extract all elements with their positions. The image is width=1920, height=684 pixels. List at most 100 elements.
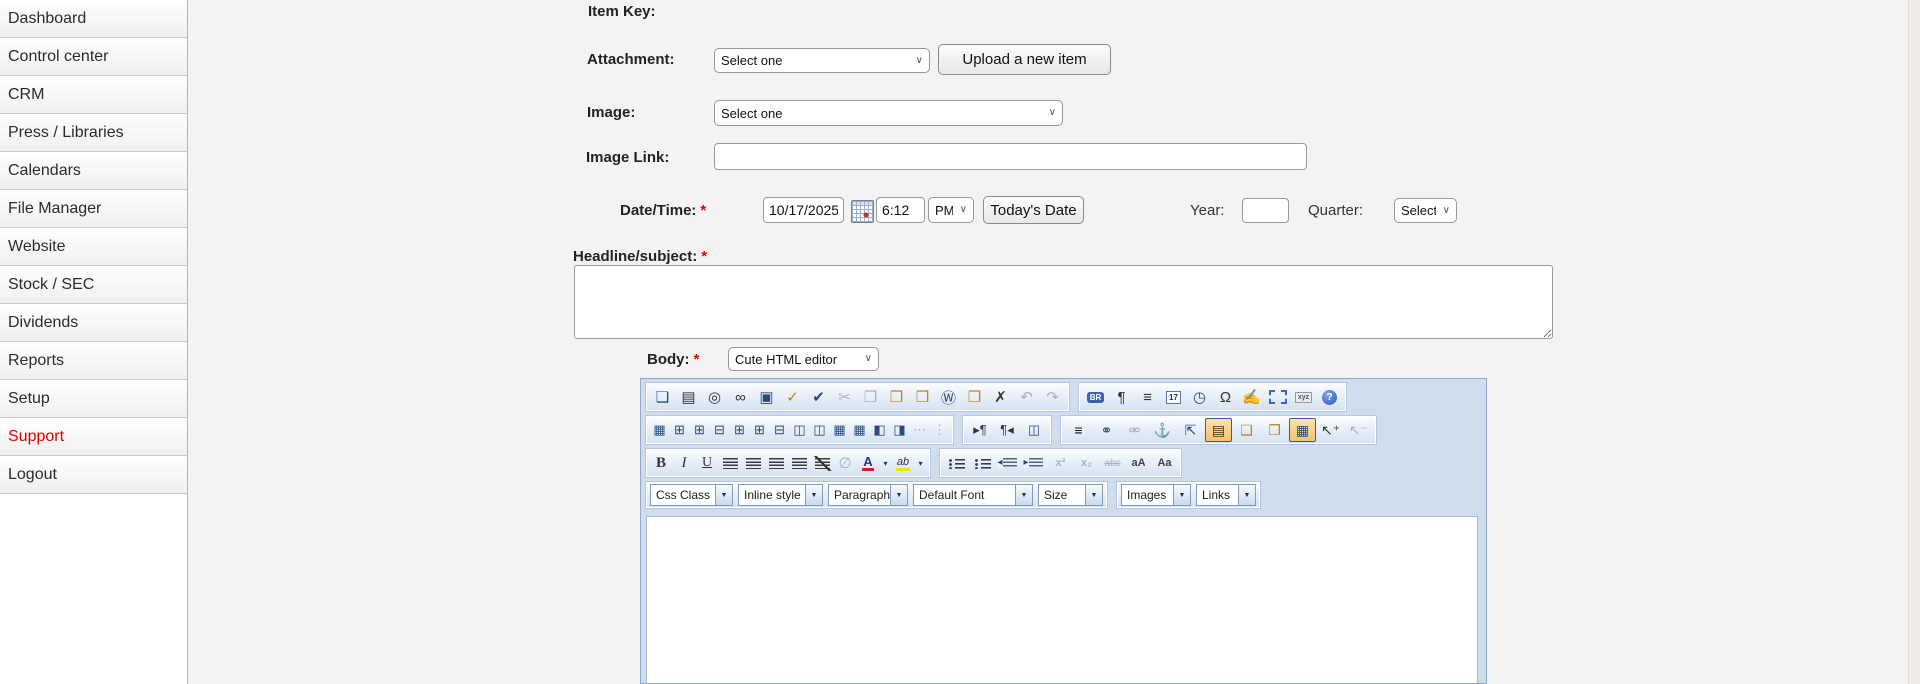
font-color-icon[interactable]: A <box>857 451 879 475</box>
paste-icon[interactable]: ❒ <box>884 385 909 409</box>
text-direction-ltr-icon[interactable]: ▸¶ <box>967 418 993 442</box>
indent-icon[interactable] <box>1022 451 1047 475</box>
to-uppercase-icon[interactable]: aA <box>1126 451 1151 475</box>
remove-hyperlink-icon[interactable]: ⚮ <box>1121 418 1148 442</box>
sidebar-item-control-center[interactable]: Control center <box>0 38 187 76</box>
size-select[interactable]: Size ▼ <box>1038 484 1103 506</box>
text-direction-rtl-icon[interactable]: ¶◂ <box>994 418 1020 442</box>
insert-row-below-icon[interactable]: ⊞ <box>690 418 709 442</box>
insert-paragraph-icon[interactable]: ¶ <box>1109 385 1134 409</box>
date-input[interactable] <box>763 197 844 223</box>
numbered-list-icon[interactable] <box>944 451 969 475</box>
print-preview-icon[interactable]: ◎ <box>702 385 727 409</box>
highlight-icon[interactable]: ab <box>892 451 914 475</box>
cell-padding-icon[interactable]: ⋯ <box>910 418 929 442</box>
redo-icon[interactable]: ↷ <box>1040 385 1065 409</box>
sidebar-item-crm[interactable]: CRM <box>0 76 187 114</box>
send-backward-icon[interactable]: ❑ <box>1233 418 1260 442</box>
cut-icon[interactable]: ✂ <box>832 385 857 409</box>
css-class-select[interactable]: Css Class ▼ <box>650 484 733 506</box>
bring-forward-icon[interactable]: ❒ <box>1261 418 1288 442</box>
universal-keyboard-icon[interactable]: ✍ <box>1239 385 1264 409</box>
sidebar-item-website[interactable]: Website <box>0 228 187 266</box>
image-link-input[interactable] <box>714 143 1307 170</box>
justify-full-icon[interactable] <box>788 451 810 475</box>
sidebar-item-dashboard[interactable]: Dashboard <box>0 0 187 38</box>
cell-spacing-icon[interactable]: ⋮ <box>930 418 949 442</box>
sidebar-item-stock-sec[interactable]: Stock / SEC <box>0 266 187 304</box>
sidebar-item-press-libraries[interactable]: Press / Libraries <box>0 114 187 152</box>
links-select[interactable]: Links ▼ <box>1196 484 1256 506</box>
paste-from-word-icon[interactable]: Ⓦ <box>936 385 961 409</box>
spell-check-icon[interactable]: ✔ <box>806 385 831 409</box>
time-input[interactable] <box>876 197 925 223</box>
headline-textarea[interactable] <box>574 265 1553 339</box>
image-select[interactable]: Select one ∨ <box>714 100 1063 126</box>
highlight-menu-icon[interactable]: ▾ <box>915 451 926 475</box>
delete-column-icon[interactable]: ⊟ <box>770 418 789 442</box>
paste-text-icon[interactable]: ❒ <box>910 385 935 409</box>
insert-table-icon[interactable]: ▦ <box>650 418 669 442</box>
to-lowercase-icon[interactable]: Aa <box>1152 451 1177 475</box>
strikethrough-icon[interactable]: abc <box>1100 451 1125 475</box>
sidebar-item-logout[interactable]: Logout <box>0 456 187 494</box>
year-input[interactable] <box>1242 198 1289 223</box>
sidebar-item-calendars[interactable]: Calendars <box>0 152 187 190</box>
justify-left-icon[interactable] <box>719 451 741 475</box>
sidebar-item-support[interactable]: Support <box>0 418 187 456</box>
insert-page-break-icon[interactable]: ≡ <box>1135 385 1160 409</box>
help-icon[interactable]: ? <box>1317 385 1342 409</box>
undo-icon[interactable]: ↶ <box>1014 385 1039 409</box>
body-editor-select[interactable]: Cute HTML editor ∨ <box>728 347 879 371</box>
special-character-icon[interactable]: Ω <box>1213 385 1238 409</box>
calendar-icon[interactable] <box>851 200 874 223</box>
font-select[interactable]: Default Font ▼ <box>913 484 1033 506</box>
spell-check-as-you-type-icon[interactable]: ✓ <box>780 385 805 409</box>
sidebar-item-file-manager[interactable]: File Manager <box>0 190 187 228</box>
insert-date-icon[interactable]: 17 <box>1161 385 1186 409</box>
subscript-icon[interactable]: x₂ <box>1074 451 1099 475</box>
delete-icon[interactable]: ✗ <box>988 385 1013 409</box>
split-cell-icon[interactable]: ◨ <box>890 418 909 442</box>
editor-content[interactable] <box>646 516 1478 683</box>
sidebar-item-reports[interactable]: Reports <box>0 342 187 380</box>
underline-icon[interactable]: U <box>696 451 718 475</box>
hyperlink-icon[interactable]: ⚭ <box>1093 418 1120 442</box>
paste-html-icon[interactable]: ❒ <box>962 385 987 409</box>
superscript-icon[interactable]: x² <box>1048 451 1073 475</box>
images-select[interactable]: Images ▼ <box>1121 484 1191 506</box>
italic-icon[interactable]: I <box>673 451 695 475</box>
sidebar-item-dividends[interactable]: Dividends <box>0 304 187 342</box>
ampm-select[interactable]: PM ∨ <box>928 197 974 223</box>
upload-new-item-button[interactable]: Upload a new item <box>938 44 1111 75</box>
cell-properties-icon[interactable]: ▦ <box>850 418 869 442</box>
scrollbar-track[interactable] <box>1908 0 1920 684</box>
insert-column-left-icon[interactable]: ⊞ <box>730 418 749 442</box>
quarter-select[interactable]: Select ∨ <box>1394 198 1457 223</box>
insert-custom-tag-icon[interactable]: xyz <box>1291 385 1316 409</box>
copy-icon[interactable]: ❐ <box>858 385 883 409</box>
insert-line-break-icon[interactable]: BR <box>1083 385 1108 409</box>
show-table-borders-icon[interactable]: ◫ <box>1021 418 1047 442</box>
find-icon[interactable]: ∞ <box>728 385 753 409</box>
todays-date-button[interactable]: Today's Date <box>983 196 1084 224</box>
print-icon[interactable]: ▤ <box>676 385 701 409</box>
show-gridlines-icon[interactable]: ▦ <box>1289 418 1316 442</box>
insert-template-icon[interactable] <box>1265 385 1290 409</box>
bold-icon[interactable]: B <box>650 451 672 475</box>
merge-cell-down-icon[interactable]: ◫ <box>810 418 829 442</box>
justify-none-icon[interactable] <box>811 451 833 475</box>
insert-row-above-icon[interactable]: ⊞ <box>670 418 689 442</box>
bullet-list-icon[interactable] <box>970 451 995 475</box>
anchor-icon[interactable]: ⚓ <box>1149 418 1176 442</box>
sidebar-item-setup[interactable]: Setup <box>0 380 187 418</box>
merge-cell-left-icon[interactable]: ◫ <box>790 418 809 442</box>
delete-row-icon[interactable]: ⊟ <box>710 418 729 442</box>
table-properties-icon[interactable]: ▦ <box>830 418 849 442</box>
justify-right-icon[interactable] <box>765 451 787 475</box>
remove-formatting-icon[interactable]: ∅ <box>834 451 856 475</box>
insert-time-icon[interactable]: ◷ <box>1187 385 1212 409</box>
outdent-icon[interactable] <box>996 451 1021 475</box>
attachment-select[interactable]: Select one ∨ <box>714 48 930 73</box>
select-all-icon[interactable]: ▣ <box>754 385 779 409</box>
